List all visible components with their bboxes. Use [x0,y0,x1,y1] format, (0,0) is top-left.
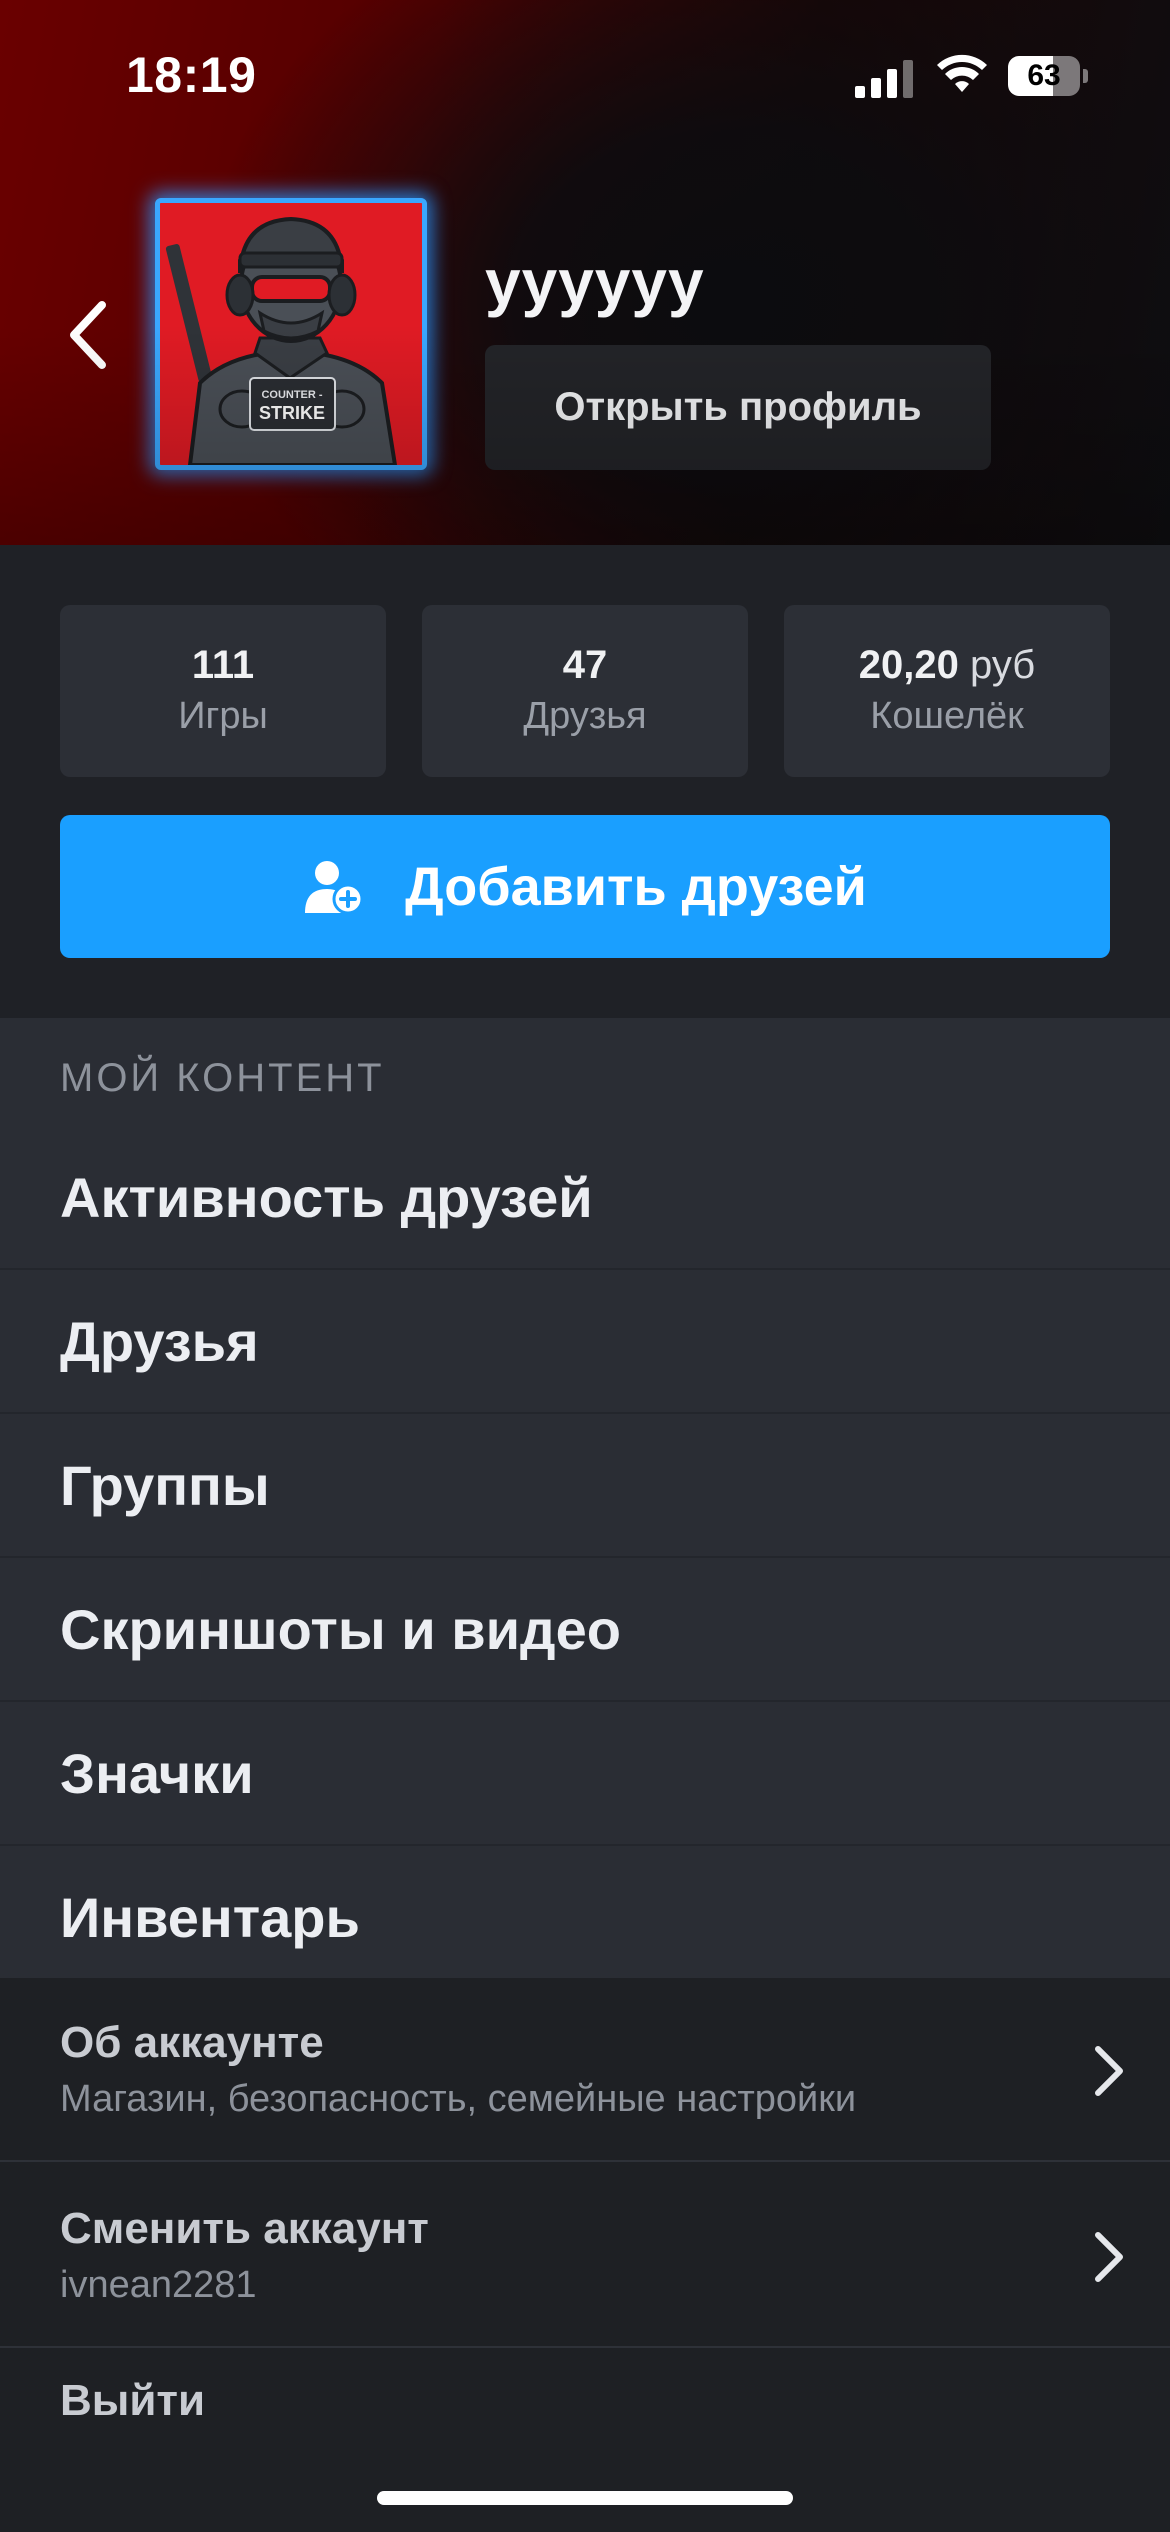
content-item-label: Активность друзей [60,1166,593,1229]
soldier-avatar-icon: COUNTER - STRIKE [160,203,422,465]
avatar-text-line1: COUNTER - [261,389,322,401]
content-item-label: Инвентарь [60,1886,360,1949]
profile-header: 18:19 63 COUNTER - STRIKE уууууу Открыть… [0,0,1170,545]
stat-card-friends[interactable]: 47 Друзья [422,605,748,777]
chevron-right-icon [1095,2046,1123,2096]
battery-cap [1083,69,1088,83]
stat-label: Кошелёк [870,695,1024,737]
content-item-badges[interactable]: Значки [0,1702,1170,1846]
battery-percent: 63 [1027,59,1061,92]
content-item-friends-activity[interactable]: Активность друзей [0,1126,1170,1270]
home-indicator[interactable] [377,2491,793,2505]
stat-value: 47 [422,643,748,688]
stats-section: 111 Игры 47 Друзья 20,20 руб Кошелёк Доб… [0,545,1170,1020]
content-item-label: Группы [60,1454,270,1517]
chevron-right-icon [1095,2232,1123,2282]
avatar[interactable]: COUNTER - STRIKE [155,198,427,470]
content-item-screenshots[interactable]: Скриншоты и видео [0,1558,1170,1702]
add-friends-button[interactable]: Добавить друзей [60,815,1110,958]
account-section: Об аккаунте Магазин, безопасность, семей… [0,1978,1170,2532]
add-friends-label: Добавить друзей [405,856,867,917]
open-profile-button[interactable]: Открыть профиль [485,345,991,470]
content-item-label: Друзья [60,1310,259,1373]
stat-card-games[interactable]: 111 Игры [60,605,386,777]
stat-card-wallet[interactable]: 20,20 руб Кошелёк [784,605,1110,777]
logout-row[interactable]: Выйти [0,2350,1170,2450]
about-account-row[interactable]: Об аккаунте Магазин, безопасность, семей… [0,1978,1170,2162]
switch-account-row[interactable]: Сменить аккаунт ivnean2281 [0,2164,1170,2348]
content-item-label: Значки [60,1742,254,1805]
content-item-friends[interactable]: Друзья [0,1270,1170,1414]
about-account-title: Об аккаунте [60,2018,324,2067]
switch-account-title: Сменить аккаунт [60,2204,429,2253]
section-title: МОЙ КОНТЕНТ [60,1056,385,1100]
my-content-section: МОЙ КОНТЕНТ Активность друзей Друзья Гру… [0,1018,1170,1978]
stat-number: 47 [562,643,608,687]
content-item-groups[interactable]: Группы [0,1414,1170,1558]
stat-number: 111 [191,643,255,687]
profile-username: уууууу [485,246,705,318]
wifi-icon [937,54,987,92]
stat-label: Игры [178,695,268,737]
stat-value: 111 [60,643,386,688]
back-button[interactable] [58,295,128,375]
battery-indicator: 63 [1008,56,1088,96]
stat-unit: руб [970,643,1036,687]
logout-label: Выйти [60,2376,205,2425]
add-user-icon [305,860,364,914]
about-account-subtitle: Магазин, безопасность, семейные настройк… [60,2078,857,2120]
status-bar: 18:19 63 [0,0,1170,150]
stat-label: Друзья [523,695,647,737]
content-item-label: Скриншоты и видео [60,1598,621,1661]
cellular-signal-icon [855,60,913,98]
status-time: 18:19 [126,47,257,103]
battery-body: 63 [1008,56,1080,96]
content-item-inventory[interactable]: Инвентарь [0,1846,1170,1990]
stat-number: 20,20 [858,643,959,687]
stat-value: 20,20 руб [784,643,1110,688]
switch-account-subtitle: ivnean2281 [60,2264,257,2306]
avatar-text-line2: STRIKE [259,403,325,423]
